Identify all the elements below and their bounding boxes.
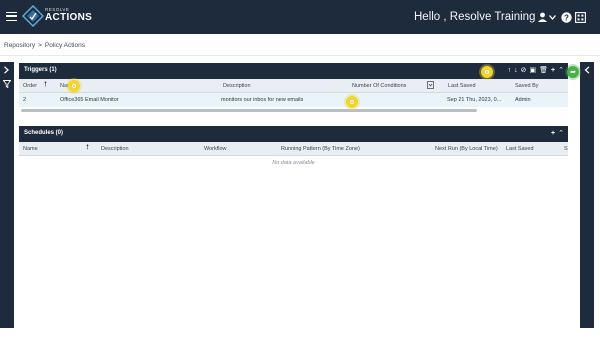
triggers-column-header: Order 🠕 Name Description Number Of Condi… [19, 79, 568, 93]
col-order[interactable]: Order [23, 83, 37, 89]
breadcrumb-current: Policy Actions [44, 42, 85, 49]
sort-up-icon[interactable]: 🠕 [86, 143, 89, 154]
block-icon[interactable]: ⊘ [521, 66, 527, 74]
cell-saved-by: Admin [515, 97, 531, 103]
resolve-logo-icon [22, 5, 44, 27]
col-name[interactable]: Name [23, 146, 38, 152]
collapse-icon[interactable]: ⌃ [558, 66, 564, 74]
col-description[interactable]: Description [223, 83, 251, 89]
breadcrumb-root[interactable]: Repository [4, 42, 35, 49]
sort-up-icon[interactable]: 🠕 [44, 80, 47, 91]
schedules-header: Schedules (0) + ⌃ [19, 126, 568, 142]
brand: RESOLVE ACTIONS [45, 7, 93, 23]
chevron-down-icon[interactable] [549, 11, 556, 23]
menu-icon[interactable] [6, 12, 17, 21]
delete-icon[interactable]: 🗑 [539, 66, 548, 74]
breadcrumb-separator: > [38, 42, 42, 49]
hint-marker[interactable] [68, 80, 80, 92]
schedules-column-header: Name 🠕 Description Workflow Running Patt… [19, 142, 568, 156]
col-last-saved[interactable]: Last Saved [448, 83, 476, 89]
col-saved-by[interactable]: Saved By [515, 83, 539, 89]
arrow-up-icon[interactable]: ↑ [508, 67, 512, 74]
hint-marker[interactable] [481, 66, 493, 78]
left-rail [0, 62, 14, 328]
window-icon[interactable] [575, 11, 586, 23]
filter-icon[interactable] [2, 80, 12, 90]
col-next-run[interactable]: Next Run (By Local Time) [435, 146, 498, 152]
brand-main: ACTIONS [45, 11, 93, 23]
col-description[interactable]: Description [101, 146, 129, 152]
collapse-right-icon[interactable] [584, 66, 591, 76]
triggers-title: Triggers (1) [24, 67, 57, 73]
hint-dot-icon [350, 100, 354, 104]
user-icon[interactable] [537, 11, 547, 23]
copy-icon[interactable]: ▣ [530, 66, 537, 74]
hint-dot-icon [72, 84, 76, 88]
col-last-saved[interactable]: Last Saved [506, 146, 534, 152]
empty-state: No data available [272, 160, 315, 166]
top-bar: RESOLVE ACTIONS Hello , Resolve Training… [0, 0, 600, 34]
expand-left-icon[interactable] [3, 66, 10, 76]
greeting: Hello , Resolve Training [414, 11, 536, 23]
cell-order: 2 [23, 97, 27, 103]
divider [0, 55, 600, 56]
share-hint-icon[interactable]: ➦ [567, 66, 579, 78]
horizontal-scrollbar[interactable] [19, 107, 568, 114]
collapse-icon[interactable]: ⌃ [558, 129, 564, 137]
cell-last-saved: Sep 21 Thu, 2023, 0... [447, 97, 502, 103]
table-row[interactable]: 2 Office365 Email Monitor monitors our i… [19, 93, 568, 107]
column-menu-icon[interactable] [427, 81, 434, 91]
breadcrumb: Repository > Policy Actions [4, 42, 85, 49]
schedules-panel: Schedules (0) + ⌃ Name 🠕 Description Wor… [19, 126, 568, 176]
arrow-down-icon[interactable]: ↓ [514, 67, 518, 74]
cell-description: monitors our inbox for new emails [221, 97, 304, 103]
add-icon[interactable]: + [551, 67, 555, 74]
right-rail [580, 62, 594, 328]
cell-name[interactable]: Office365 Email Monitor [60, 97, 119, 103]
svg-text:?: ? [564, 13, 569, 22]
hint-dot-icon [485, 70, 489, 74]
col-running-pattern[interactable]: Running Pattern (By Time Zone) [281, 146, 360, 152]
col-saved-by-truncated[interactable]: S [564, 146, 568, 152]
help-icon[interactable]: ? [561, 11, 572, 23]
schedules-body: No data available [19, 156, 568, 176]
hint-marker[interactable] [346, 96, 358, 108]
triggers-toolbar: ↑ ↓ ⊘ ▣ 🗑 + ⌃ [508, 66, 564, 75]
scrollbar-thumb[interactable] [21, 109, 477, 112]
add-icon[interactable]: + [551, 130, 555, 137]
col-workflow[interactable]: Workflow [204, 146, 227, 152]
col-conditions[interactable]: Number Of Conditions [352, 83, 406, 89]
schedules-toolbar: + ⌃ [551, 129, 564, 138]
schedules-title: Schedules (0) [24, 130, 64, 136]
